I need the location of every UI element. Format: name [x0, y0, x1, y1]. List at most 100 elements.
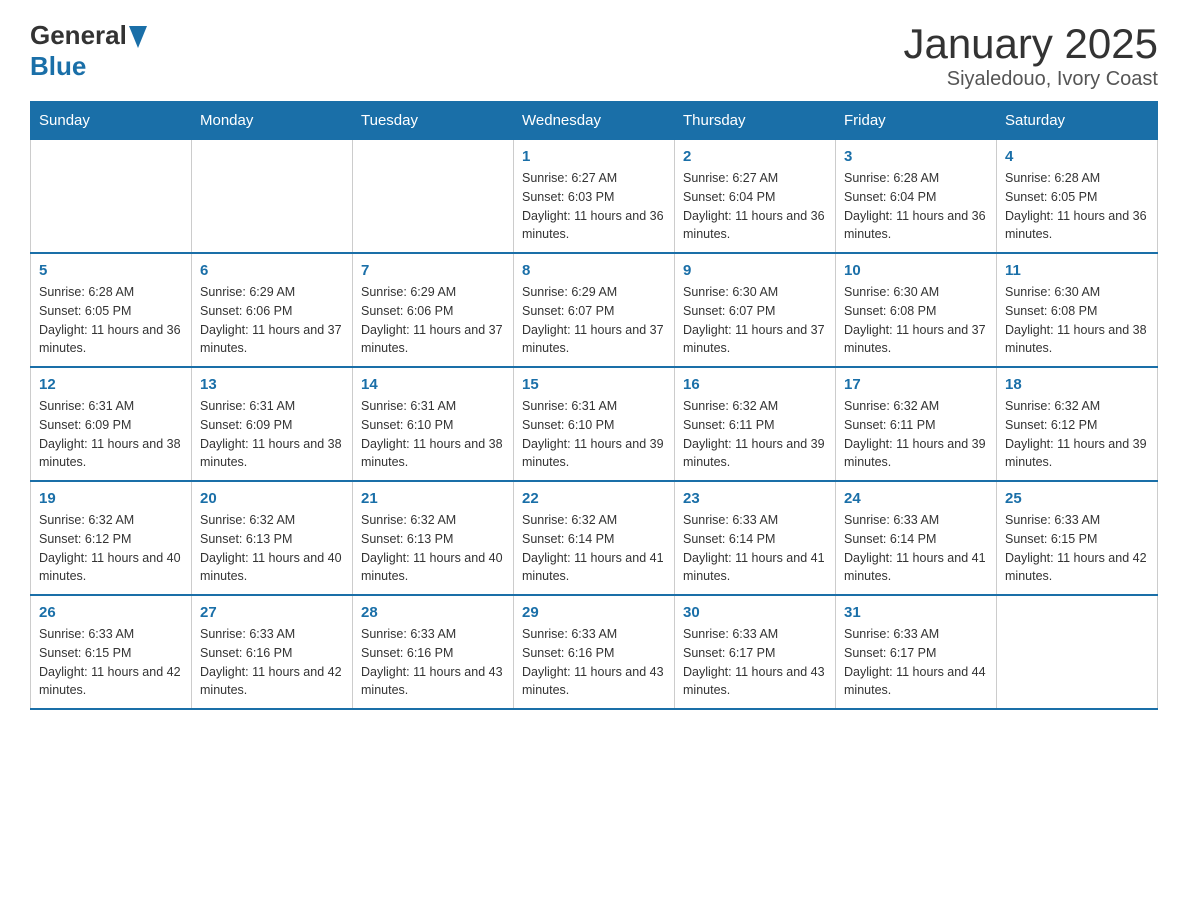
day-info: Sunrise: 6:33 AMSunset: 6:17 PMDaylight:… — [844, 627, 986, 697]
page-header: General Blue January 2025 Siyaledouo, Iv… — [30, 20, 1158, 91]
day-info: Sunrise: 6:32 AMSunset: 6:12 PMDaylight:… — [1005, 399, 1147, 469]
day-info: Sunrise: 6:33 AMSunset: 6:16 PMDaylight:… — [522, 627, 664, 697]
day-info: Sunrise: 6:33 AMSunset: 6:16 PMDaylight:… — [361, 627, 503, 697]
day-number: 12 — [39, 376, 183, 393]
day-info: Sunrise: 6:27 AMSunset: 6:03 PMDaylight:… — [522, 171, 664, 241]
calendar-cell: 14 Sunrise: 6:31 AMSunset: 6:10 PMDayligh… — [353, 367, 514, 481]
day-number: 28 — [361, 604, 505, 621]
day-info: Sunrise: 6:30 AMSunset: 6:08 PMDaylight:… — [1005, 285, 1147, 355]
day-info: Sunrise: 6:32 AMSunset: 6:14 PMDaylight:… — [522, 513, 664, 583]
header-saturday: Saturday — [997, 102, 1158, 140]
day-number: 14 — [361, 376, 505, 393]
day-info: Sunrise: 6:28 AMSunset: 6:05 PMDaylight:… — [39, 285, 181, 355]
day-number: 19 — [39, 490, 183, 507]
logo-blue: Blue — [30, 51, 86, 81]
day-number: 10 — [844, 262, 988, 279]
calendar-cell: 3 Sunrise: 6:28 AMSunset: 6:04 PMDaylight… — [836, 140, 997, 254]
calendar-cell: 11 Sunrise: 6:30 AMSunset: 6:08 PMDayligh… — [997, 253, 1158, 367]
header-wednesday: Wednesday — [514, 102, 675, 140]
calendar-cell — [31, 140, 192, 254]
day-number: 8 — [522, 262, 666, 279]
header-tuesday: Tuesday — [353, 102, 514, 140]
day-number: 23 — [683, 490, 827, 507]
calendar-week-2: 5 Sunrise: 6:28 AMSunset: 6:05 PMDaylight… — [31, 253, 1158, 367]
calendar-cell: 13Sunrise: 6:31 AMSunset: 6:09 PMDayligh… — [192, 367, 353, 481]
day-number: 1 — [522, 148, 666, 165]
calendar-cell: 19 Sunrise: 6:32 AMSunset: 6:12 PMDayligh… — [31, 481, 192, 595]
calendar-cell: 17 Sunrise: 6:32 AMSunset: 6:11 PMDayligh… — [836, 367, 997, 481]
calendar-cell: 25 Sunrise: 6:33 AMSunset: 6:15 PMDayligh… — [997, 481, 1158, 595]
calendar-cell: 16Sunrise: 6:32 AMSunset: 6:11 PMDayligh… — [675, 367, 836, 481]
header-monday: Monday — [192, 102, 353, 140]
day-info: Sunrise: 6:32 AMSunset: 6:13 PMDaylight:… — [200, 513, 342, 583]
header-row: Sunday Monday Tuesday Wednesday Thursday… — [31, 102, 1158, 140]
calendar-cell: 7 Sunrise: 6:29 AMSunset: 6:06 PMDaylight… — [353, 253, 514, 367]
calendar-cell — [192, 140, 353, 254]
day-number: 5 — [39, 262, 183, 279]
calendar-cell: 28 Sunrise: 6:33 AMSunset: 6:16 PMDayligh… — [353, 595, 514, 709]
day-number: 17 — [844, 376, 988, 393]
calendar-cell — [353, 140, 514, 254]
day-info: Sunrise: 6:33 AMSunset: 6:16 PMDaylight:… — [200, 627, 342, 697]
day-number: 15 — [522, 376, 666, 393]
day-number: 11 — [1005, 262, 1149, 279]
calendar-header: Sunday Monday Tuesday Wednesday Thursday… — [31, 102, 1158, 140]
day-info: Sunrise: 6:28 AMSunset: 6:04 PMDaylight:… — [844, 171, 986, 241]
calendar-cell: 4 Sunrise: 6:28 AMSunset: 6:05 PMDaylight… — [997, 140, 1158, 254]
calendar-cell: 12Sunrise: 6:31 AMSunset: 6:09 PMDayligh… — [31, 367, 192, 481]
day-number: 7 — [361, 262, 505, 279]
calendar-cell: 20 Sunrise: 6:32 AMSunset: 6:13 PMDayligh… — [192, 481, 353, 595]
day-info: Sunrise: 6:29 AMSunset: 6:06 PMDaylight:… — [200, 285, 342, 355]
day-info: Sunrise: 6:32 AMSunset: 6:11 PMDaylight:… — [683, 399, 825, 469]
day-number: 3 — [844, 148, 988, 165]
day-info: Sunrise: 6:28 AMSunset: 6:05 PMDaylight:… — [1005, 171, 1147, 241]
calendar-cell: 21Sunrise: 6:32 AMSunset: 6:13 PMDayligh… — [353, 481, 514, 595]
calendar-week-5: 26Sunrise: 6:33 AMSunset: 6:15 PMDayligh… — [31, 595, 1158, 709]
calendar-cell: 22 Sunrise: 6:32 AMSunset: 6:14 PMDayligh… — [514, 481, 675, 595]
calendar-cell: 1 Sunrise: 6:27 AMSunset: 6:03 PMDaylight… — [514, 140, 675, 254]
calendar-cell: 30Sunrise: 6:33 AMSunset: 6:17 PMDayligh… — [675, 595, 836, 709]
calendar-body: 1 Sunrise: 6:27 AMSunset: 6:03 PMDaylight… — [31, 140, 1158, 710]
day-info: Sunrise: 6:33 AMSunset: 6:14 PMDaylight:… — [683, 513, 825, 583]
calendar-cell: 29 Sunrise: 6:33 AMSunset: 6:16 PMDayligh… — [514, 595, 675, 709]
calendar-cell: 9Sunrise: 6:30 AMSunset: 6:07 PMDaylight… — [675, 253, 836, 367]
calendar-week-3: 12 Sunrise: 6:31 AMSunset: 6:09 PMDayligh… — [31, 367, 1158, 481]
day-number: 2 — [683, 148, 827, 165]
day-info: Sunrise: 6:32 AMSunset: 6:12 PMDaylight:… — [39, 513, 181, 583]
day-info: Sunrise: 6:33 AMSunset: 6:14 PMDaylight:… — [844, 513, 986, 583]
calendar-cell: 23 Sunrise: 6:33 AMSunset: 6:14 PMDayligh… — [675, 481, 836, 595]
calendar-cell: 27Sunrise: 6:33 AMSunset: 6:16 PMDayligh… — [192, 595, 353, 709]
day-info: Sunrise: 6:31 AMSunset: 6:10 PMDaylight:… — [361, 399, 503, 469]
calendar-cell: 2 Sunrise: 6:27 AMSunset: 6:04 PMDaylight… — [675, 140, 836, 254]
day-info: Sunrise: 6:33 AMSunset: 6:15 PMDaylight:… — [1005, 513, 1147, 583]
title-section: January 2025 Siyaledouo, Ivory Coast — [903, 20, 1158, 91]
calendar-cell: 6Sunrise: 6:29 AMSunset: 6:06 PMDaylight… — [192, 253, 353, 367]
day-number: 20 — [200, 490, 344, 507]
day-info: Sunrise: 6:27 AMSunset: 6:04 PMDaylight:… — [683, 171, 825, 241]
day-info: Sunrise: 6:29 AMSunset: 6:07 PMDaylight:… — [522, 285, 664, 355]
day-info: Sunrise: 6:33 AMSunset: 6:17 PMDaylight:… — [683, 627, 825, 697]
calendar-subtitle: Siyaledouo, Ivory Coast — [903, 68, 1158, 91]
header-friday: Friday — [836, 102, 997, 140]
logo: General Blue — [30, 20, 147, 82]
calendar-cell: 31 Sunrise: 6:33 AMSunset: 6:17 PMDayligh… — [836, 595, 997, 709]
day-info: Sunrise: 6:31 AMSunset: 6:10 PMDaylight:… — [522, 399, 664, 469]
header-sunday: Sunday — [31, 102, 192, 140]
calendar-week-1: 1 Sunrise: 6:27 AMSunset: 6:03 PMDaylight… — [31, 140, 1158, 254]
calendar-table: Sunday Monday Tuesday Wednesday Thursday… — [30, 101, 1158, 710]
day-info: Sunrise: 6:32 AMSunset: 6:11 PMDaylight:… — [844, 399, 986, 469]
day-number: 9 — [683, 262, 827, 279]
logo-triangle-icon — [129, 26, 147, 48]
day-info: Sunrise: 6:29 AMSunset: 6:06 PMDaylight:… — [361, 285, 503, 355]
day-number: 22 — [522, 490, 666, 507]
calendar-cell: 15 Sunrise: 6:31 AMSunset: 6:10 PMDayligh… — [514, 367, 675, 481]
day-number: 25 — [1005, 490, 1149, 507]
day-number: 29 — [522, 604, 666, 621]
day-number: 24 — [844, 490, 988, 507]
calendar-cell: 24 Sunrise: 6:33 AMSunset: 6:14 PMDayligh… — [836, 481, 997, 595]
day-number: 4 — [1005, 148, 1149, 165]
day-info: Sunrise: 6:30 AMSunset: 6:08 PMDaylight:… — [844, 285, 986, 355]
day-number: 31 — [844, 604, 988, 621]
day-number: 18 — [1005, 376, 1149, 393]
day-info: Sunrise: 6:31 AMSunset: 6:09 PMDaylight:… — [200, 399, 342, 469]
